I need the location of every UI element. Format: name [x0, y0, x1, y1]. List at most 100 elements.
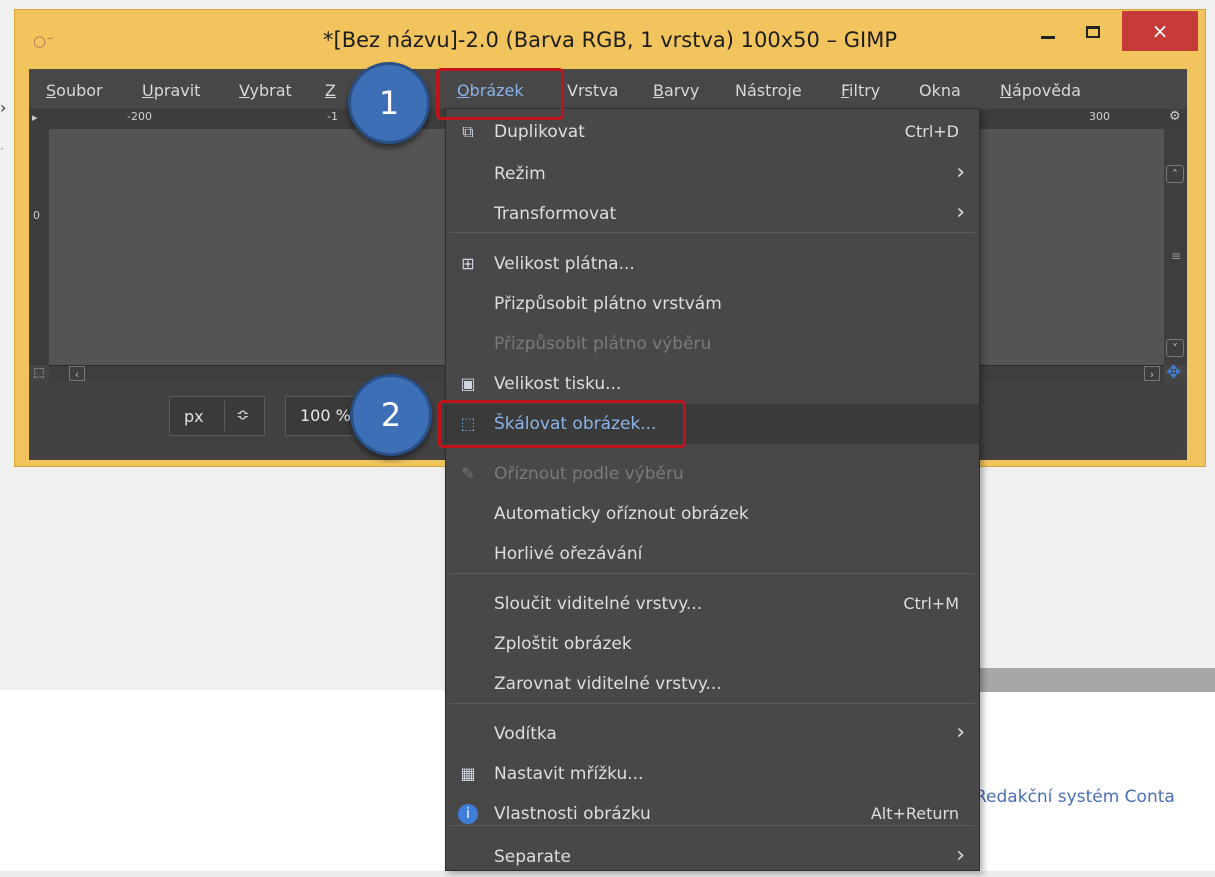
- zoom-follow-icon[interactable]: ⚙: [1169, 109, 1181, 124]
- image-menu-dropdown: ⧉ Duplikovat Ctrl+D Režim › Transformovat › ⊞ Ve…: [445, 108, 980, 871]
- menu-item-horlive-orezavani[interactable]: Horlivé ořezávání: [446, 534, 979, 574]
- menu-okna[interactable]: Okna: [919, 81, 961, 100]
- menu-item-label: Velikost tisku...: [494, 374, 622, 394]
- canvas-size-icon: ⊞: [461, 254, 475, 273]
- menu-shortcut: Ctrl+D: [904, 122, 959, 141]
- callout-step-1: 1: [348, 62, 430, 144]
- duplicate-icon: ⧉: [462, 122, 474, 141]
- menu-vybrat-label: ybrat: [249, 81, 292, 100]
- submenu-arrow-icon: ›: [956, 160, 965, 185]
- menu-vybrat[interactable]: Vybrat: [239, 81, 292, 100]
- unit-value: px: [184, 407, 204, 426]
- submenu-arrow-icon: ›: [956, 843, 965, 868]
- menu-filtry[interactable]: Filtry: [841, 81, 880, 100]
- menu-item-label: Horlivé ořezávání: [494, 544, 643, 564]
- vertical-scrollbar[interactable]: ˄ ≡ ˅: [1164, 129, 1187, 365]
- menu-nastroje[interactable]: Nástroje: [735, 81, 802, 100]
- info-icon: i: [458, 804, 478, 824]
- close-button[interactable]: ×: [1122, 11, 1198, 51]
- menu-item-zplostit-obrazek[interactable]: Zploštit obrázek: [446, 624, 979, 664]
- menu-item-automaticky-oriznout-obrazek[interactable]: Automaticky oříznout obrázek: [446, 494, 979, 534]
- highlight-obrazek-menu: [436, 68, 564, 120]
- menu-item-label: Vlastnosti obrázku: [494, 804, 651, 824]
- menu-item-velikost-tisku[interactable]: ▣ Velikost tisku...: [446, 364, 979, 404]
- menu-nastroje-label: Nástroje: [735, 81, 802, 100]
- menu-item-label: Zarovnat viditelné vrstvy...: [494, 674, 722, 694]
- submenu-arrow-icon: ›: [956, 200, 965, 225]
- quick-mask-icon[interactable]: ⬚: [29, 365, 49, 381]
- unit-select[interactable]: px ≎: [169, 396, 265, 436]
- ruler-label: 0: [33, 209, 40, 222]
- ruler-label: -200: [127, 110, 152, 123]
- menu-item-label: Duplikovat: [494, 122, 585, 142]
- callout-step-2: 2: [350, 374, 432, 456]
- menu-item-rezim[interactable]: Režim ›: [446, 154, 979, 194]
- menu-triangle-icon: ▸: [32, 111, 38, 124]
- menu-item-label: Transformovat: [494, 204, 617, 224]
- menu-item-label: Oříznout podle výběru: [494, 464, 684, 484]
- menu-item-zarovnat-viditelne-vrstvy[interactable]: Zarovnat viditelné vrstvy...: [446, 664, 979, 704]
- ruler-label: -1: [327, 110, 338, 123]
- scroll-left-icon[interactable]: ‹: [69, 366, 85, 381]
- scroll-grip-icon: ≡: [1171, 249, 1182, 263]
- spinner-icon: ≎: [236, 405, 250, 424]
- zoom-value: 100 %: [300, 406, 351, 425]
- menu-item-label: Přizpůsobit plátno výběru: [494, 334, 712, 354]
- menubar: Soubor Upravit Vybrat Z Obrázek Vrstva B…: [29, 69, 1187, 109]
- menu-item-oriznout-podle-vyberu: ✎ Oříznout podle výběru: [446, 454, 979, 494]
- menu-okna-label: Okna: [919, 81, 961, 100]
- crop-icon: ✎: [461, 464, 475, 483]
- menu-item-label: Automaticky oříznout obrázek: [494, 504, 749, 524]
- background-link[interactable]: Redakční systém Conta: [975, 787, 1175, 807]
- menu-item-vlastnosti-obrazku[interactable]: i Vlastnosti obrázku Alt+Return: [446, 794, 979, 834]
- scroll-up-icon[interactable]: ˄: [1166, 165, 1184, 183]
- menu-filtry-label: iltry: [849, 81, 881, 100]
- menu-vrstva-label: Vrstva: [567, 81, 619, 100]
- unit-divider: [224, 401, 225, 431]
- menu-item-label: Sloučit viditelné vrstvy...: [494, 594, 703, 614]
- menu-item-label: Nastavit mřížku...: [494, 764, 644, 784]
- menu-barvy-label: arvy: [663, 81, 700, 100]
- menu-item-label: Separate: [494, 847, 571, 867]
- menu-barvy[interactable]: Barvy: [653, 81, 699, 100]
- menu-napoveda[interactable]: Nápověda: [1000, 81, 1081, 100]
- menu-item-prizpusobit-platno-vrstvam[interactable]: Přizpůsobit plátno vrstvám: [446, 284, 979, 324]
- menu-upravit[interactable]: Upravit: [142, 81, 200, 100]
- menu-soubor[interactable]: Soubor: [46, 81, 103, 100]
- menu-item-label: Zploštit obrázek: [494, 634, 632, 654]
- menu-item-voditka[interactable]: Vodítka ›: [446, 714, 979, 754]
- maximize-button[interactable]: [1080, 22, 1108, 46]
- menu-item-sloucit-viditelne-vrstvy[interactable]: Sloučit viditelné vrstvy... Ctrl+M: [446, 584, 979, 624]
- vertical-ruler[interactable]: 0: [29, 129, 49, 365]
- background-rule: [980, 668, 1215, 692]
- menu-item-label: Přizpůsobit plátno vrstvám: [494, 294, 722, 314]
- title-bar[interactable]: ○⁻ *[Bez názvu]-2.0 (Barva RGB, 1 vrstva…: [15, 10, 1205, 68]
- navigate-icon[interactable]: ✥: [1166, 362, 1181, 383]
- menu-soubor-label: oubor: [56, 81, 103, 100]
- window-title: *[Bez názvu]-2.0 (Barva RGB, 1 vrstva) 1…: [323, 28, 897, 52]
- ruler-label: 300: [1089, 110, 1110, 123]
- menu-item-velikost-platna[interactable]: ⊞ Velikost plátna...: [446, 244, 979, 284]
- scroll-down-icon[interactable]: ˅: [1166, 339, 1184, 357]
- menu-napoveda-label: ápověda: [1011, 81, 1081, 100]
- resize-grip-icon[interactable]: ⋰: [1177, 444, 1186, 454]
- menu-item-transformovat[interactable]: Transformovat ›: [446, 194, 979, 234]
- menu-item-prizpusobit-platno-vyberu: Přizpůsobit plátno výběru: [446, 324, 979, 364]
- scroll-right-icon[interactable]: ›: [1144, 366, 1160, 381]
- menu-vrstva[interactable]: Vrstva: [567, 81, 618, 100]
- menu-shortcut: Alt+Return: [870, 804, 959, 823]
- print-size-icon: ▣: [460, 374, 476, 393]
- menu-zobrazit[interactable]: Z: [325, 81, 336, 100]
- menu-upravit-label: pravit: [153, 81, 201, 100]
- menu-item-separate[interactable]: Separate ›: [446, 837, 979, 877]
- menu-shortcut: Ctrl+M: [903, 594, 959, 613]
- menu-zobrazit-label: Z: [325, 81, 336, 100]
- menu-item-nastavit-mrizku[interactable]: ▦ Nastavit mřížku...: [446, 754, 979, 794]
- minimize-button[interactable]: [1035, 24, 1063, 44]
- ruler-corner-button[interactable]: ▸: [29, 109, 49, 129]
- background-mark: ·: [0, 142, 4, 156]
- submenu-arrow-icon: ›: [956, 720, 965, 745]
- highlight-scale-image: [438, 400, 686, 448]
- menu-item-label: Velikost plátna...: [494, 254, 635, 274]
- background-chevron-icon: ›: [0, 98, 7, 117]
